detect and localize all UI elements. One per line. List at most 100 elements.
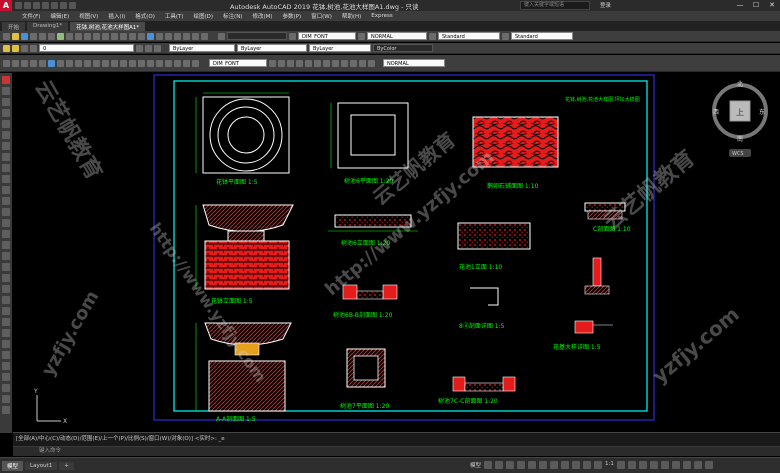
redo-icon[interactable] — [69, 2, 76, 9]
line-tool-icon[interactable] — [2, 87, 10, 95]
trim-tool-icon[interactable] — [2, 406, 10, 414]
close-icon[interactable]: ✕ — [764, 0, 780, 11]
dimstyle-select-2[interactable]: DIM_FONT — [209, 59, 267, 67]
saveas-icon[interactable] — [42, 2, 49, 9]
dim-radius-icon[interactable] — [102, 59, 109, 67]
menu-insert[interactable]: 插入(I) — [108, 12, 125, 20]
isolate-objects-icon[interactable] — [671, 461, 680, 469]
rectangle-icon[interactable] — [39, 59, 46, 67]
undo-icon[interactable] — [60, 2, 67, 9]
ellipse-arc-icon[interactable] — [2, 197, 10, 205]
maximize-icon[interactable]: ☐ — [748, 0, 764, 11]
layer-prev-icon[interactable] — [136, 44, 143, 52]
annotation-scale[interactable]: 1:1 — [605, 461, 614, 469]
table-icon[interactable] — [2, 274, 10, 282]
menu-format[interactable]: 格式(O) — [135, 12, 155, 20]
copy-obj-icon[interactable] — [278, 59, 285, 67]
autocad-a-icon[interactable] — [2, 76, 10, 84]
extend-icon[interactable] — [323, 59, 330, 67]
transparency-icon[interactable] — [561, 461, 570, 469]
hatch-icon[interactable] — [48, 59, 55, 67]
linetype-select[interactable]: ByLayer — [237, 44, 307, 52]
autocad-logo-icon[interactable]: A — [0, 0, 12, 11]
point-icon[interactable] — [2, 230, 10, 238]
dim-baseline-icon[interactable] — [129, 59, 136, 67]
annotation-monitor-icon[interactable] — [627, 461, 636, 469]
layer-sun-icon[interactable] — [21, 44, 28, 52]
preview-icon[interactable] — [39, 32, 46, 40]
dim-angular-icon[interactable] — [120, 59, 127, 67]
search-input[interactable]: 键入关键字或短语 — [520, 1, 590, 10]
menu-help[interactable]: 帮助(H) — [342, 12, 361, 20]
construction-line-icon[interactable] — [2, 98, 10, 106]
arc-tool-icon[interactable] — [2, 142, 10, 150]
polyline-tool-icon[interactable] — [2, 109, 10, 117]
move-icon[interactable] — [269, 59, 276, 67]
login-button[interactable]: 登录 — [600, 1, 611, 9]
match-icon[interactable] — [84, 32, 91, 40]
tolerance-icon[interactable] — [156, 59, 163, 67]
properties-icon[interactable] — [147, 32, 154, 40]
fillet-icon[interactable] — [359, 59, 366, 67]
erase-icon[interactable] — [2, 307, 10, 315]
copy-icon[interactable] — [66, 32, 73, 40]
plotstyle-select[interactable]: ByColor — [373, 44, 433, 52]
dim-edit-icon[interactable] — [174, 59, 181, 67]
scale-tool-icon[interactable] — [2, 384, 10, 392]
redo-icon[interactable] — [102, 32, 109, 40]
region-icon[interactable] — [2, 263, 10, 271]
circle-icon[interactable] — [21, 59, 28, 67]
mirror-icon[interactable] — [2, 329, 10, 337]
new-icon[interactable] — [3, 32, 10, 40]
workspace-gear-icon[interactable] — [616, 461, 625, 469]
stretch-tool-icon[interactable] — [2, 395, 10, 403]
tab-drawing1[interactable]: Drawing1* — [27, 22, 69, 31]
leader-icon[interactable] — [147, 59, 154, 67]
make-block-icon[interactable] — [2, 219, 10, 227]
scale-icon[interactable] — [296, 59, 303, 67]
sheetset-icon[interactable] — [174, 32, 181, 40]
dim-ordinate-icon[interactable] — [93, 59, 100, 67]
spline-icon[interactable] — [2, 175, 10, 183]
pan-icon[interactable] — [111, 32, 118, 40]
menu-tools[interactable]: 工具(T) — [165, 12, 184, 20]
visual-style-select[interactable]: NORMAL — [367, 32, 427, 40]
move-tool-icon[interactable] — [2, 362, 10, 370]
gradient-icon[interactable] — [2, 252, 10, 260]
grid-icon[interactable] — [484, 461, 493, 469]
ellipse-icon[interactable] — [2, 186, 10, 194]
explode-icon[interactable] — [368, 59, 375, 67]
print-icon[interactable] — [30, 32, 37, 40]
ortho-icon[interactable] — [506, 461, 515, 469]
layer-state-icon[interactable] — [145, 44, 152, 52]
rotate-tool-icon[interactable] — [2, 373, 10, 381]
join-icon[interactable] — [341, 59, 348, 67]
selection-cycle-icon[interactable] — [572, 461, 581, 469]
dim-arc-icon[interactable] — [84, 59, 91, 67]
minimize-icon[interactable]: — — [732, 0, 748, 11]
mleader-style-select[interactable]: Standard — [511, 32, 573, 40]
dim-diameter-icon[interactable] — [111, 59, 118, 67]
cut-icon[interactable] — [57, 32, 64, 40]
array-icon[interactable] — [2, 351, 10, 359]
menu-edit[interactable]: 编辑(E) — [50, 12, 69, 20]
tab-current-drawing[interactable]: 花钵,树池,花池大样图A1* — [70, 22, 146, 31]
open-icon[interactable] — [24, 2, 31, 9]
mtext-icon[interactable] — [2, 285, 10, 293]
break-icon[interactable] — [332, 59, 339, 67]
lock-ui-icon[interactable] — [660, 461, 669, 469]
menu-parametric[interactable]: 参数(P) — [283, 12, 302, 20]
menu-view[interactable]: 视图(V) — [79, 12, 98, 20]
customize-menu-icon[interactable] — [704, 461, 713, 469]
insert-block-icon[interactable] — [2, 208, 10, 216]
lineweight-select[interactable]: ByLayer — [309, 44, 371, 52]
line-icon[interactable] — [3, 59, 10, 67]
otrack-icon[interactable] — [539, 461, 548, 469]
circle-tool-icon[interactable] — [2, 153, 10, 161]
plot-icon[interactable] — [51, 2, 58, 9]
tab-layout1[interactable]: Layout1 — [25, 461, 58, 470]
polygon-icon[interactable] — [2, 120, 10, 128]
zoom-icon[interactable] — [120, 32, 127, 40]
polyline-icon[interactable] — [12, 59, 19, 67]
center-mark-icon[interactable] — [165, 59, 172, 67]
